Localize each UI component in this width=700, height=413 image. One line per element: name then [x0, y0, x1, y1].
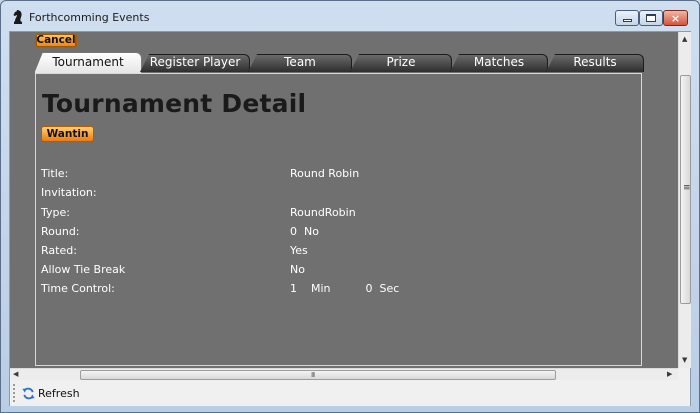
refresh-label: Refresh [38, 386, 80, 400]
horizontal-scrollbar[interactable]: ◀ III ▶ [10, 368, 678, 380]
rated-value: Yes [290, 244, 308, 257]
tab-strip: Tournament Register Player Team Prize Ma… [34, 52, 654, 74]
maximize-button[interactable] [639, 10, 663, 26]
content-viewport: Cancel Tournament Register Player Team P… [10, 32, 678, 368]
round-label: Round: [41, 225, 80, 238]
tab-label: Team [284, 55, 316, 69]
type-value: RoundRobin [290, 206, 356, 219]
tab-label: Register Player [149, 55, 241, 69]
scroll-right-icon[interactable]: ▶ [667, 370, 672, 378]
title-bar[interactable]: Forthcomming Events × [1, 1, 699, 31]
rated-label: Rated: [41, 244, 77, 257]
window-title: Forthcomming Events [29, 11, 150, 24]
scroll-up-icon[interactable]: ▲ [682, 35, 687, 43]
type-label: Type: [41, 206, 70, 219]
cancel-button[interactable]: Cancel [35, 33, 77, 48]
vertical-scrollbar[interactable]: ▲ ≡ ▼ [678, 32, 691, 368]
invitation-label: Invitation: [41, 186, 97, 199]
scroll-left-icon[interactable]: ◀ [13, 370, 18, 378]
refresh-icon [22, 387, 35, 399]
maximize-icon [646, 14, 656, 22]
scroll-down-icon[interactable]: ▼ [682, 356, 687, 364]
title-value: Round Robin [290, 167, 360, 180]
tab-matches[interactable]: Matches [450, 54, 548, 72]
tab-results[interactable]: Results [546, 54, 644, 72]
grip-icon: ≡ [683, 183, 691, 193]
title-label: Title: [41, 167, 69, 180]
minimize-icon [622, 19, 632, 22]
tab-label: Results [573, 55, 617, 69]
allow-tie-break-label: Allow Tie Break [41, 263, 126, 276]
close-icon: × [670, 11, 681, 25]
chess-knight-icon [13, 10, 22, 24]
tournament-detail-panel: Tournament Detail Wantin Title: Round Ro… [35, 73, 642, 366]
tab-prize[interactable]: Prize [350, 54, 452, 72]
tab-tournament[interactable]: Tournament [34, 52, 142, 74]
time-control-label: Time Control: [41, 282, 115, 295]
wantin-button[interactable]: Wantin [41, 126, 94, 142]
page-title: Tournament Detail [42, 89, 307, 118]
tab-label: Prize [386, 55, 416, 69]
tab-label: Tournament [52, 55, 124, 69]
bottom-toolbar: Refresh [10, 380, 690, 406]
tab-label: Matches [473, 55, 525, 69]
horizontal-scroll-thumb[interactable]: III [80, 370, 556, 380]
close-button[interactable]: × [663, 10, 688, 26]
client-area: Cancel Tournament Register Player Team P… [9, 31, 691, 406]
grip-icon: III [311, 371, 315, 379]
toolbar-grip[interactable] [13, 384, 16, 402]
allow-tie-break-value: No [290, 263, 305, 276]
minimize-button[interactable] [615, 10, 639, 26]
round-value: 0 No [290, 225, 319, 238]
refresh-button[interactable]: Refresh [22, 385, 80, 401]
tab-register-player[interactable]: Register Player [140, 54, 250, 72]
time-control-value: 1 Min 0 Sec [290, 282, 400, 295]
app-window: Forthcomming Events × Cancel Tournament … [0, 0, 700, 413]
vertical-scroll-thumb[interactable]: ≡ [680, 75, 691, 304]
tab-team[interactable]: Team [248, 54, 352, 72]
